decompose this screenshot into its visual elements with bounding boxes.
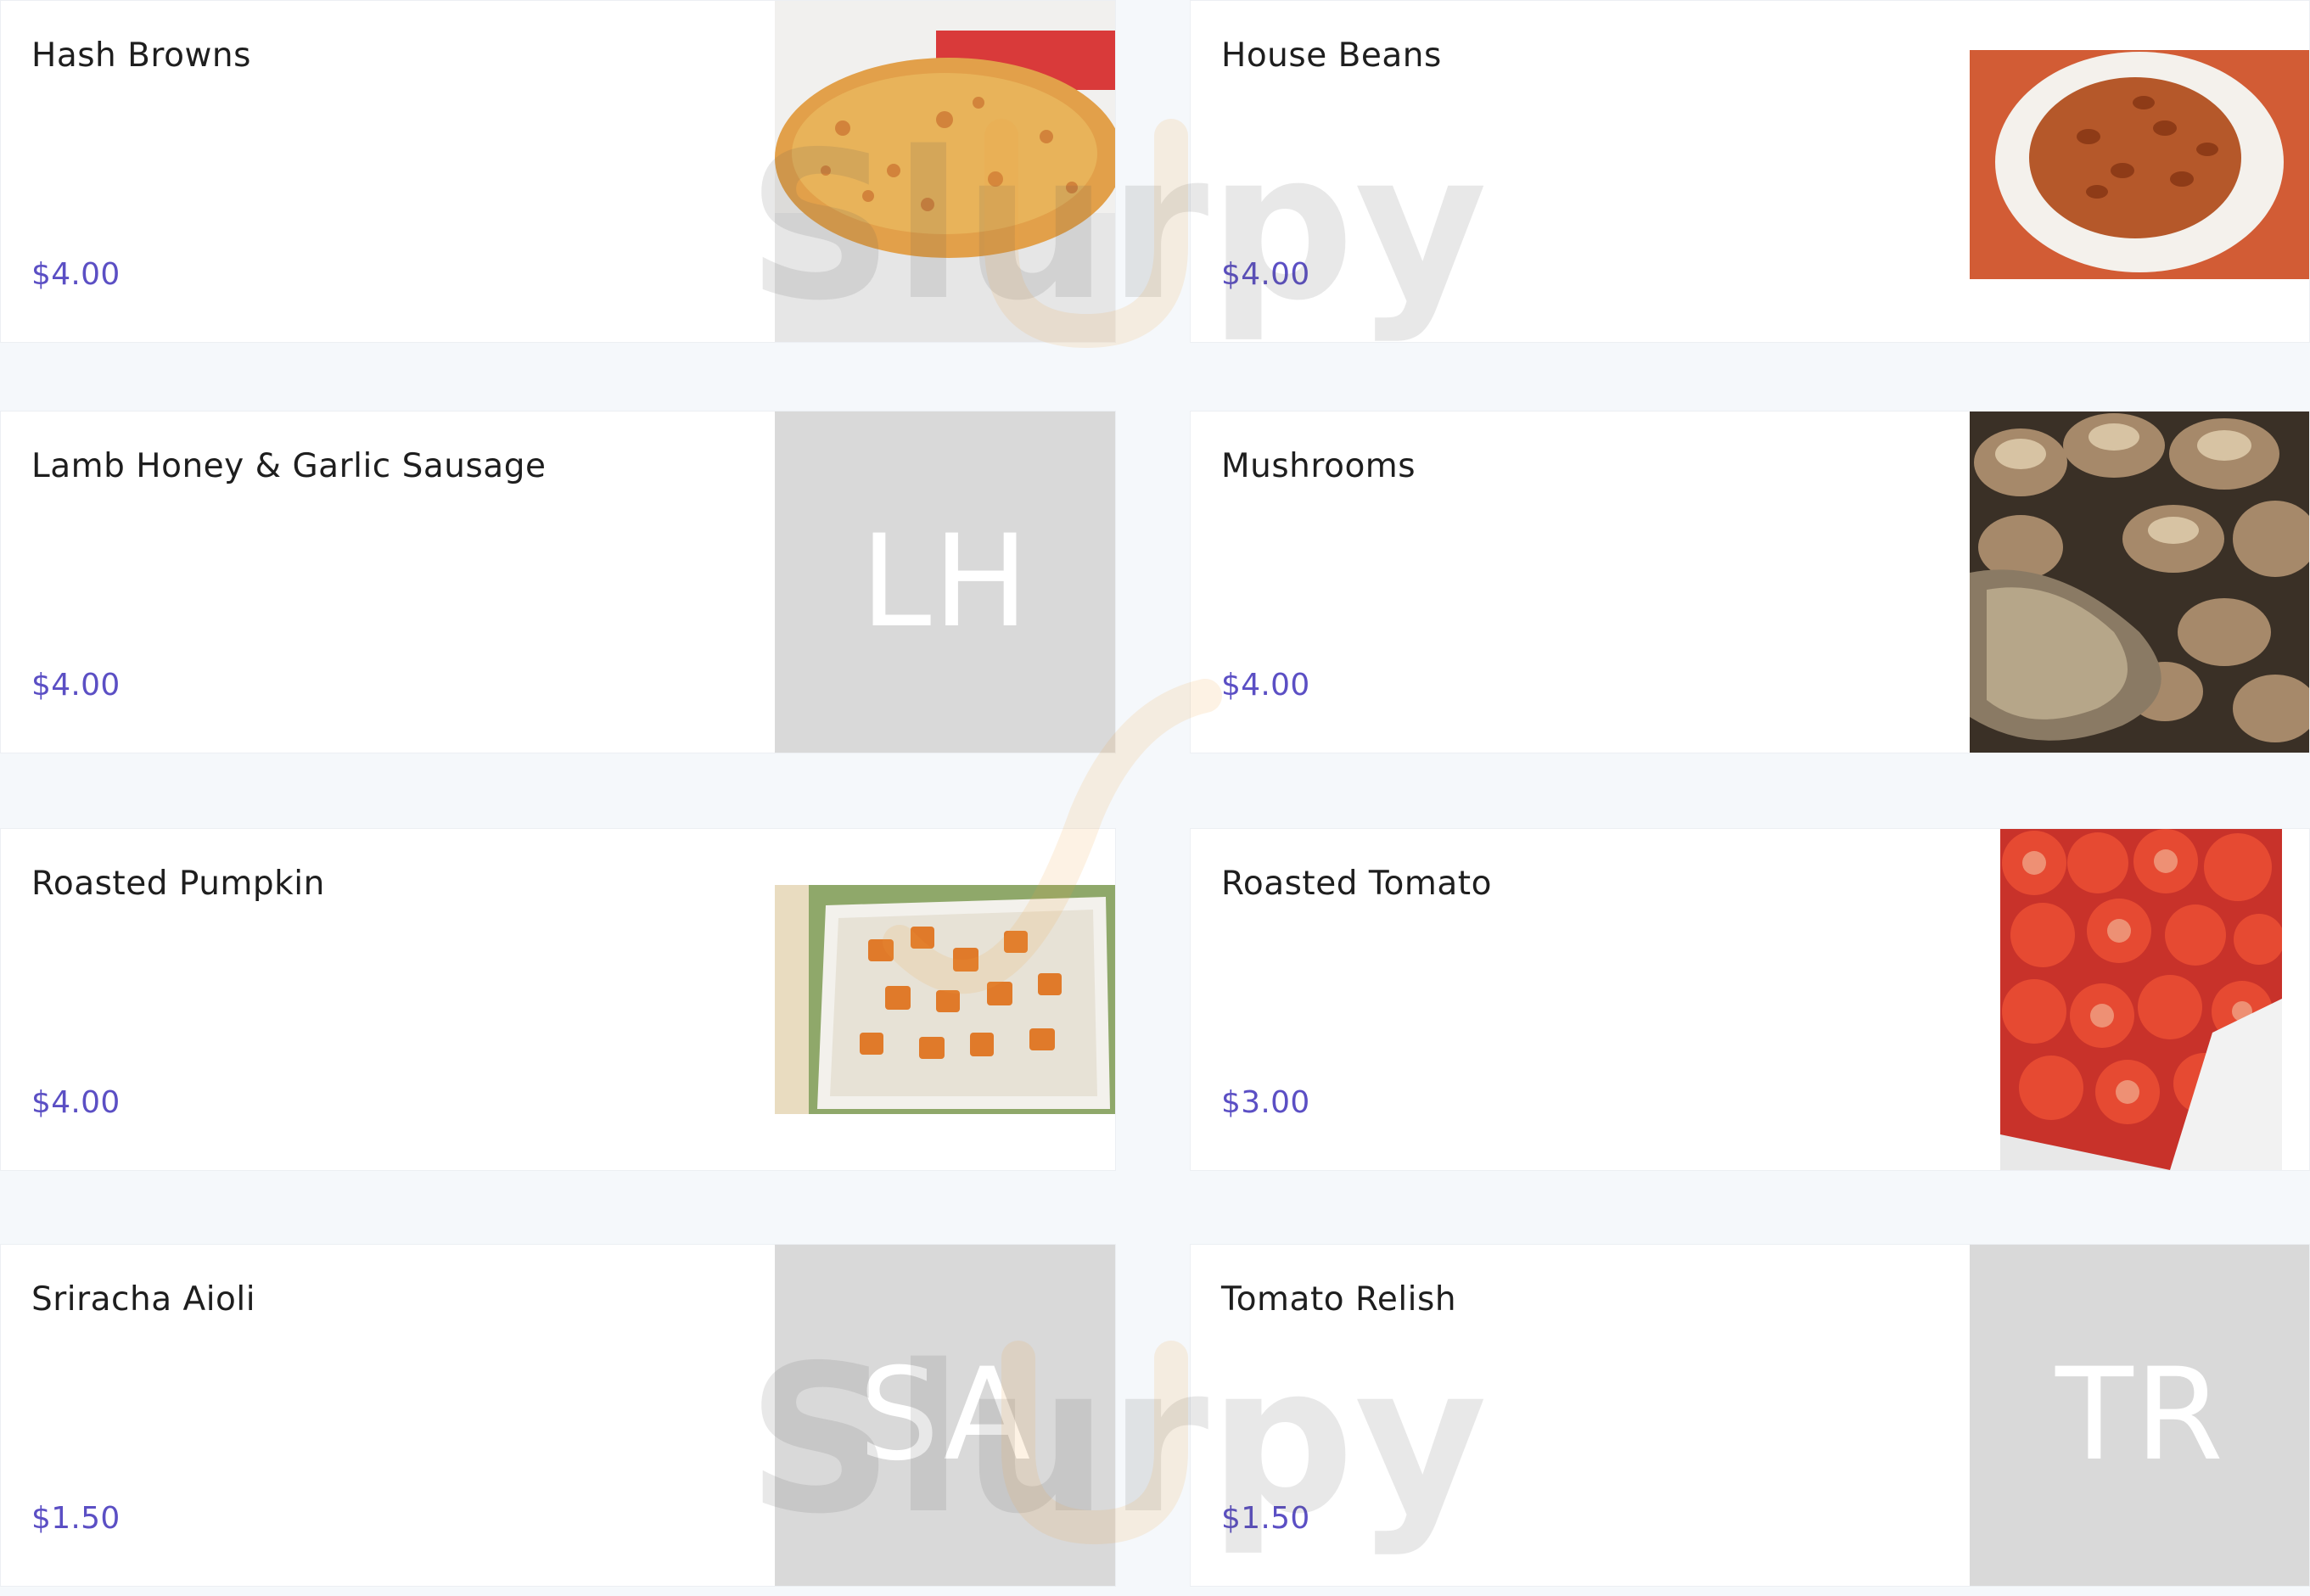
menu-item-card[interactable]: Tomato Relish $1.50 TR bbox=[1190, 1244, 2310, 1587]
menu-item-card[interactable]: Mushrooms $4.00 bbox=[1190, 411, 2310, 753]
item-name: Roasted Pumpkin bbox=[31, 865, 325, 903]
item-price: $4.00 bbox=[1221, 668, 1310, 703]
item-price: $4.00 bbox=[31, 668, 121, 703]
menu-item-card[interactable]: Roasted Pumpkin $4.00 bbox=[0, 828, 1116, 1171]
item-initials-placeholder: SA bbox=[775, 1245, 1115, 1586]
item-price: $1.50 bbox=[31, 1501, 121, 1536]
item-initials-placeholder: LH bbox=[775, 412, 1115, 753]
item-price: $4.00 bbox=[31, 1085, 121, 1120]
item-price: $3.00 bbox=[1221, 1085, 1310, 1120]
menu-item-card[interactable]: Sriracha Aioli $1.50 SA bbox=[0, 1244, 1116, 1587]
roasted-pumpkin-photo bbox=[775, 829, 1115, 1170]
item-name: Tomato Relish bbox=[1221, 1280, 1457, 1319]
menu-item-card[interactable]: House Beans $4.00 bbox=[1190, 0, 2310, 343]
item-name: House Beans bbox=[1221, 36, 1442, 75]
roasted-tomato-photo bbox=[2000, 829, 2282, 1170]
item-price: $4.00 bbox=[1221, 257, 1310, 292]
mushrooms-photo bbox=[1970, 412, 2309, 753]
item-name: Mushrooms bbox=[1221, 447, 1416, 485]
item-price: $1.50 bbox=[1221, 1501, 1310, 1536]
item-price: $4.00 bbox=[31, 257, 121, 292]
item-name: Lamb Honey & Garlic Sausage bbox=[31, 447, 547, 485]
menu-item-card[interactable]: Hash Browns $4.00 bbox=[0, 0, 1116, 343]
menu-item-card[interactable]: Lamb Honey & Garlic Sausage $4.00 LH bbox=[0, 411, 1116, 753]
menu-item-card[interactable]: Roasted Tomato $3.00 bbox=[1190, 828, 2310, 1171]
house-beans-photo bbox=[1970, 1, 2309, 342]
item-name: Sriracha Aioli bbox=[31, 1280, 256, 1319]
item-initials-placeholder: TR bbox=[1970, 1245, 2309, 1586]
hash-browns-photo bbox=[775, 1, 1115, 342]
item-name: Hash Browns bbox=[31, 36, 251, 75]
item-name: Roasted Tomato bbox=[1221, 865, 1492, 903]
